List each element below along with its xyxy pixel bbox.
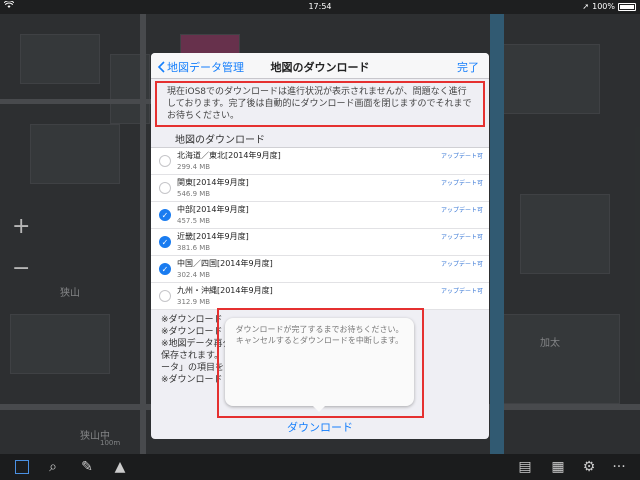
update-badge: アップデート可 xyxy=(440,261,483,268)
update-badge: アップデート可 xyxy=(440,234,483,241)
chat-icon[interactable]: ▤ xyxy=(516,458,534,476)
update-badge: アップデート可 xyxy=(440,288,483,295)
update-badge: アップデート可 xyxy=(440,153,483,160)
list-item[interactable]: 関東[2014年9月度] 546.9 MB アップデート可 xyxy=(151,175,489,202)
region-list: 北海道／東北[2014年9月度] 299.4 MB アップデート可 関東[201… xyxy=(151,147,489,310)
region-name: 中国／四国[2014年9月度] xyxy=(177,259,273,268)
location-icon: ➚ xyxy=(582,2,590,11)
pin-icon[interactable]: ✎ xyxy=(78,458,96,476)
region-size: 302.4 MB xyxy=(177,271,211,279)
list-item[interactable]: ✓ 近畿[2014年9月度] 381.6 MB アップデート可 xyxy=(151,229,489,256)
region-size: 457.5 MB xyxy=(177,217,211,225)
unchecked-circle-icon[interactable] xyxy=(159,182,171,194)
battery-icon xyxy=(618,2,636,11)
region-name: 北海道／東北[2014年9月度] xyxy=(177,151,281,160)
modal-title: 地図のダウンロード xyxy=(270,61,370,74)
region-size: 299.4 MB xyxy=(177,163,211,171)
checkmark-icon[interactable]: ✓ xyxy=(159,263,171,275)
region-size: 546.9 MB xyxy=(177,190,211,198)
car-icon[interactable]: ▦ xyxy=(549,458,567,476)
list-item[interactable]: 九州・沖縄[2014年9月度] 312.9 MB アップデート可 xyxy=(151,283,489,310)
section-header: 地図のダウンロード xyxy=(175,135,265,146)
ios8-notice: 現在iOS8でのダウンロードは進行状況が表示されませんが、問題なく進行しておりま… xyxy=(155,81,485,127)
region-name: 関東[2014年9月度] xyxy=(177,178,249,187)
battery-percent: 100% xyxy=(592,2,615,11)
region-name: 近畿[2014年9月度] xyxy=(177,232,249,241)
checkmark-icon[interactable]: ✓ xyxy=(159,236,171,248)
settings-icon[interactable]: ⚙ xyxy=(580,458,598,476)
region-name: 中部[2014年9月度] xyxy=(177,205,249,214)
search-icon[interactable]: ⌕ xyxy=(44,458,62,476)
list-item[interactable]: ✓ 中部[2014年9月度] 457.5 MB アップデート可 xyxy=(151,202,489,229)
list-item[interactable]: 北海道／東北[2014年9月度] 299.4 MB アップデート可 xyxy=(151,148,489,175)
status-time: 17:54 xyxy=(308,2,332,11)
status-bar: 17:54 ➚ 100% xyxy=(0,0,640,14)
location-arrow-icon[interactable]: ▲ xyxy=(111,458,129,476)
unchecked-circle-icon[interactable] xyxy=(159,290,171,302)
region-name: 九州・沖縄[2014年9月度] xyxy=(177,286,273,295)
done-button[interactable]: 完了 xyxy=(457,59,479,75)
bottom-toolbar: ⌕ ✎ ▲ ▤ ▦ ⚙ ··· xyxy=(0,454,640,480)
update-badge: アップデート可 xyxy=(440,180,483,187)
more-icon[interactable]: ··· xyxy=(610,458,628,476)
update-badge: アップデート可 xyxy=(440,207,483,214)
region-size: 381.6 MB xyxy=(177,244,211,252)
checkmark-icon[interactable]: ✓ xyxy=(159,209,171,221)
popover-arrow xyxy=(312,405,326,412)
unchecked-circle-icon[interactable] xyxy=(159,155,171,167)
modal-navbar: 地図データ管理 地図のダウンロード 完了 xyxy=(151,53,489,79)
download-progress-popover: ダウンロードが完了するまでお待ちください。キャンセルするとダウンロードを中断しま… xyxy=(225,318,414,406)
download-button[interactable]: ダウンロード xyxy=(151,419,489,435)
popover-message: ダウンロードが完了するまでお待ちください。キャンセルするとダウンロードを中断しま… xyxy=(235,325,404,345)
select-icon[interactable] xyxy=(15,460,29,474)
list-item[interactable]: ✓ 中国／四国[2014年9月度] 302.4 MB アップデート可 xyxy=(151,256,489,283)
region-size: 312.9 MB xyxy=(177,298,211,306)
